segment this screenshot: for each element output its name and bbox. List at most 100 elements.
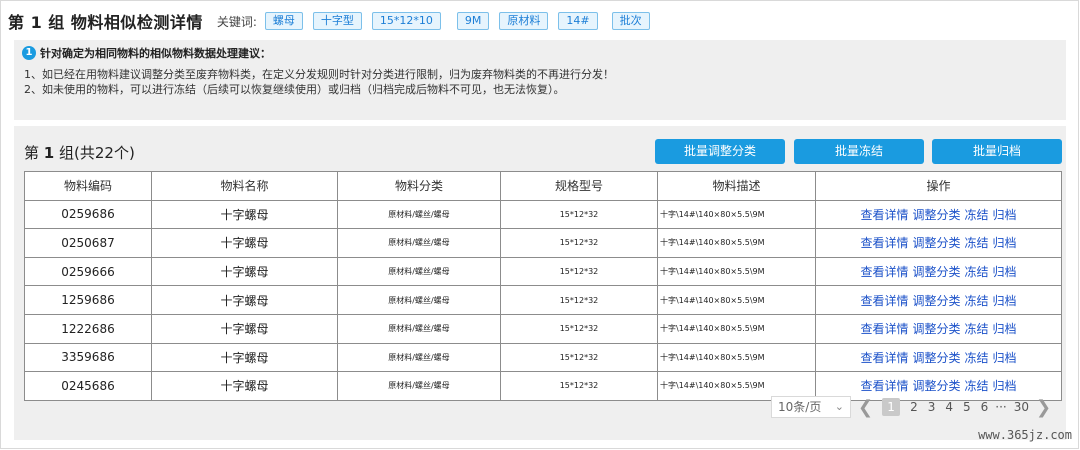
prev-page-icon[interactable]: ❮ xyxy=(858,397,873,418)
actions-cell: 查看详情 调整分类 冻结 归档 xyxy=(815,228,1062,258)
view-detail-link[interactable]: 查看详情 xyxy=(860,208,908,222)
table-header-row: 物料编码 物料名称 物料分类 规格型号 物料描述 操作 xyxy=(24,171,1062,201)
keyword-tag[interactable]: 14# xyxy=(558,12,598,30)
column-header: 物料编码 xyxy=(24,171,152,201)
adjust-category-link[interactable]: 调整分类 xyxy=(912,208,960,222)
material-desc-cell: 十字\14#\140×80×5.5\9M xyxy=(657,285,816,315)
view-detail-link[interactable]: 查看详情 xyxy=(860,322,908,336)
actions-cell: 查看详情 调整分类 冻结 归档 xyxy=(815,256,1062,287)
archive-link[interactable]: 归档 xyxy=(993,208,1017,222)
table-row: 0259666 十字螺母 原材料/螺丝/螺母 15*12*32 十字\14#\140×8… xyxy=(24,256,1062,287)
material-name-cell: 十字螺母 xyxy=(151,285,338,315)
page-number[interactable]: 1 xyxy=(882,398,901,416)
column-header: 操作 xyxy=(815,171,1062,201)
material-code-cell: 1222686 xyxy=(24,313,152,344)
material-category-cell: 原材料/螺丝/螺母 xyxy=(337,285,501,315)
material-name-cell: 十字螺母 xyxy=(151,342,338,373)
material-code-cell: 0259686 xyxy=(24,199,152,230)
material-spec-cell: 15*12*32 xyxy=(500,199,658,230)
freeze-link[interactable]: 冻结 xyxy=(965,208,989,222)
material-category-cell: 原材料/螺丝/螺母 xyxy=(337,256,501,287)
material-code-cell: 1259686 xyxy=(24,285,152,315)
material-desc-cell: 十字\14#\140×80×5.5\9M xyxy=(657,313,816,344)
column-header: 物料描述 xyxy=(657,171,816,201)
material-category-cell: 原材料/螺丝/螺母 xyxy=(337,228,501,258)
keyword-tag[interactable]: 15*12*10 xyxy=(371,12,441,30)
view-detail-link[interactable]: 查看详情 xyxy=(860,236,908,250)
advice-title: 针对确定为相同物料的相似物料数据处理建议： xyxy=(40,47,271,60)
keyword-tag[interactable]: 原材料 xyxy=(499,12,549,30)
page-number[interactable]: 4 xyxy=(945,400,953,414)
keyword-tag[interactable]: 螺母 xyxy=(264,12,303,30)
adjust-category-link[interactable]: 调整分类 xyxy=(912,236,960,250)
info-icon: 1 xyxy=(22,46,36,60)
page-number[interactable]: 30 xyxy=(1014,400,1029,414)
freeze-link[interactable]: 冻结 xyxy=(965,322,989,336)
watermark: www.365jz.com xyxy=(978,428,1072,442)
material-spec-cell: 15*12*32 xyxy=(500,285,658,315)
batch-archive-button[interactable]: 批量归档 xyxy=(932,139,1062,164)
adjust-category-link[interactable]: 调整分类 xyxy=(912,379,960,393)
archive-link[interactable]: 归档 xyxy=(993,322,1017,336)
batch-adjust-button[interactable]: 批量调整分类 xyxy=(655,139,785,164)
page-number[interactable]: 2 xyxy=(910,400,918,414)
group-panel: 第 1 组(共22个) 批量调整分类 批量冻结 批量归档 物料编码 物料名称 物… xyxy=(14,126,1066,440)
adjust-category-link[interactable]: 调整分类 xyxy=(912,265,960,279)
group-title: 第 1 组(共22个) xyxy=(24,142,135,163)
next-page-icon[interactable]: ❯ xyxy=(1036,397,1051,418)
material-desc-cell: 十字\14#\140×80×5.5\9M xyxy=(657,228,816,258)
archive-link[interactable]: 归档 xyxy=(993,351,1017,365)
page-number[interactable]: 5 xyxy=(963,400,971,414)
table-row: 1222686 十字螺母 原材料/螺丝/螺母 15*12*32 十字\14#\140×8… xyxy=(24,313,1062,344)
material-category-cell: 原材料/螺丝/螺母 xyxy=(337,199,501,230)
adjust-category-link[interactable]: 调整分类 xyxy=(912,294,960,308)
material-category-cell: 原材料/螺丝/螺母 xyxy=(337,371,501,401)
archive-link[interactable]: 归档 xyxy=(993,294,1017,308)
material-desc-cell: 十字\14#\140×80×5.5\9M xyxy=(657,256,816,287)
archive-link[interactable]: 归档 xyxy=(993,265,1017,279)
material-code-cell: 0259666 xyxy=(24,256,152,287)
freeze-link[interactable]: 冻结 xyxy=(965,236,989,250)
advice-panel: 1 针对确定为相同物料的相似物料数据处理建议： 1、如已经在用物料建议调整分类至… xyxy=(14,40,1066,120)
material-code-cell: 3359686 xyxy=(24,342,152,373)
freeze-link[interactable]: 冻结 xyxy=(965,294,989,308)
table-row: 0250687 十字螺母 原材料/螺丝/螺母 15*12*32 十字\14#\140×8… xyxy=(24,228,1062,258)
page-number[interactable]: 6 xyxy=(981,400,989,414)
view-detail-link[interactable]: 查看详情 xyxy=(860,265,908,279)
freeze-link[interactable]: 冻结 xyxy=(965,351,989,365)
archive-link[interactable]: 归档 xyxy=(993,236,1017,250)
material-table: 物料编码 物料名称 物料分类 规格型号 物料描述 操作 0259686 十字螺母原… xyxy=(24,171,1062,401)
view-detail-link[interactable]: 查看详情 xyxy=(860,351,908,365)
material-name-cell: 十字螺母 xyxy=(151,313,338,344)
material-spec-cell: 15*12*32 xyxy=(500,313,658,344)
page-size-value: 10条/页 xyxy=(778,400,822,414)
keyword-tag[interactable]: 9M xyxy=(456,12,490,30)
material-spec-cell: 15*12*32 xyxy=(500,371,658,401)
actions-cell: 查看详情 调整分类 冻结 归档 xyxy=(815,342,1062,373)
view-detail-link[interactable]: 查看详情 xyxy=(860,379,908,393)
adjust-category-link[interactable]: 调整分类 xyxy=(912,351,960,365)
table-row: 0259686 十字螺母 原材料/螺丝/螺母 15*12*32 十字\14#\140×8… xyxy=(24,199,1062,230)
archive-link[interactable]: 归档 xyxy=(993,379,1017,393)
page-number[interactable]: 3 xyxy=(928,400,936,414)
freeze-link[interactable]: 冻结 xyxy=(965,379,989,393)
adjust-category-link[interactable]: 调整分类 xyxy=(912,322,960,336)
page-ellipsis: ··· xyxy=(995,400,1007,414)
batch-freeze-button[interactable]: 批量冻结 xyxy=(794,139,924,164)
keyword-tag[interactable]: 批次 xyxy=(611,12,650,30)
table-row: 3359686 十字螺母 原材料/螺丝/螺母 15*12*32 十字\14#\140×8… xyxy=(24,342,1062,373)
pagination: ❮ 1 2 3 4 5 6 ··· 30 ❯ xyxy=(858,396,1051,418)
group-title-prefix: 第 xyxy=(24,144,40,162)
advice-line: 1、如已经在用物料建议调整分类至废弃物料类，在定义分发规则时针对分类进行限制，归… xyxy=(24,68,614,81)
chevron-down-icon: ⌄ xyxy=(834,400,844,413)
freeze-link[interactable]: 冻结 xyxy=(965,265,989,279)
keyword-tag[interactable]: 十字型 xyxy=(312,12,362,30)
view-detail-link[interactable]: 查看详情 xyxy=(860,294,908,308)
material-category-cell: 原材料/螺丝/螺母 xyxy=(337,342,501,373)
page-size-select[interactable]: 10条/页 ⌄ xyxy=(771,396,851,418)
material-spec-cell: 15*12*32 xyxy=(500,228,658,258)
material-code-cell: 0245686 xyxy=(24,371,152,401)
material-name-cell: 十字螺母 xyxy=(151,199,338,230)
page-title: 第 1 组 物料相似检测详情 xyxy=(8,13,203,32)
actions-cell: 查看详情 调整分类 冻结 归档 xyxy=(815,285,1062,315)
